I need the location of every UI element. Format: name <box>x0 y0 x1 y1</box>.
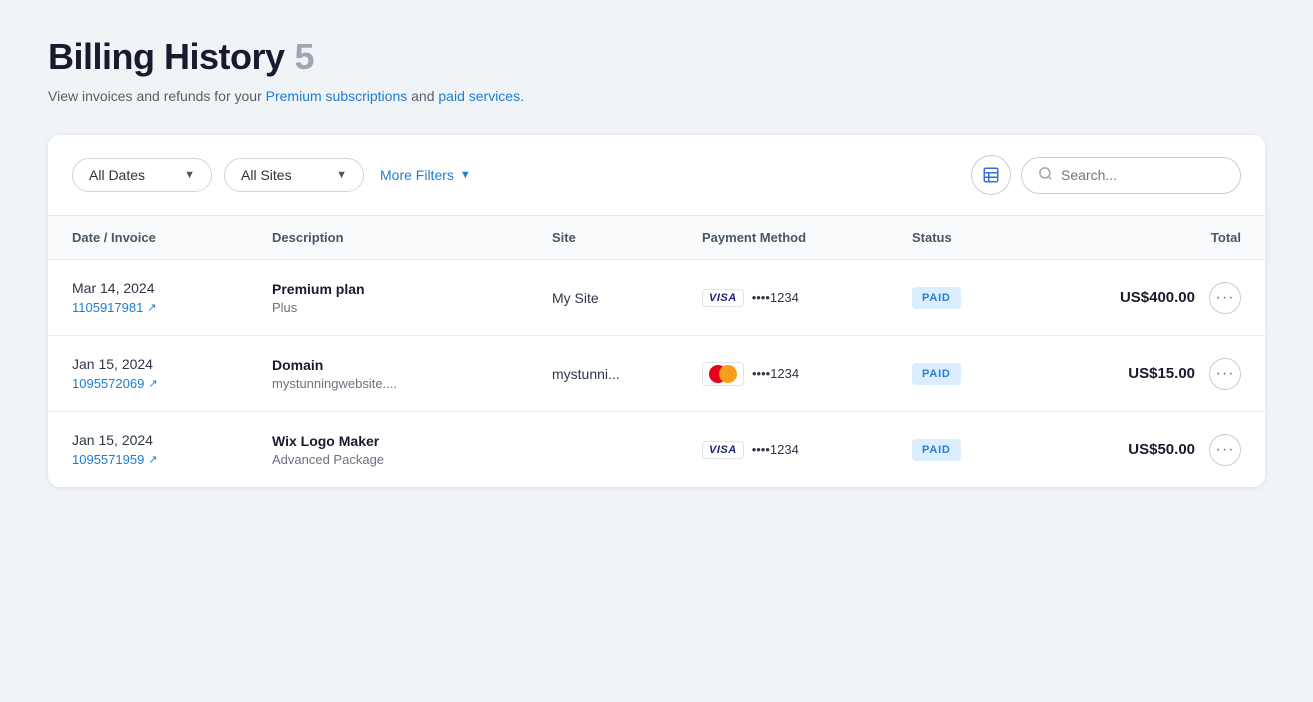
page-title: Billing History <box>48 36 285 78</box>
payment-cell-3: VISA ••••1234 <box>702 441 912 459</box>
status-cell-1: PAID <box>912 287 1062 309</box>
card-dots-3: ••••1234 <box>752 442 799 457</box>
description-cell-1: Premium plan Plus <box>272 281 552 315</box>
card-badge-2 <box>702 362 744 386</box>
page-subtitle: View invoices and refunds for your Premi… <box>48 86 1265 107</box>
total-amount-3: US$50.00 <box>1128 441 1195 458</box>
description-cell-3: Wix Logo Maker Advanced Package <box>272 433 552 467</box>
chevron-down-icon: ▼ <box>336 169 347 181</box>
table-row: Mar 14, 2024 1105917981 ↗ Premium plan P… <box>48 260 1265 336</box>
chevron-down-icon: ▼ <box>184 169 195 181</box>
all-dates-label: All Dates <box>89 167 145 183</box>
card-badge-1: VISA <box>702 289 744 307</box>
filters-bar: All Dates ▼ All Sites ▼ More Filters ▼ <box>48 135 1265 216</box>
header-site: Site <box>552 230 702 245</box>
site-cell-1: My Site <box>552 290 702 306</box>
desc-title-1: Premium plan <box>272 281 552 297</box>
external-link-icon: ↗ <box>148 453 157 466</box>
description-cell-2: Domain mystunningwebsite.... <box>272 357 552 391</box>
date-cell-1: Mar 14, 2024 1105917981 ↗ <box>72 280 272 315</box>
payment-cell-1: VISA ••••1234 <box>702 289 912 307</box>
external-link-icon: ↗ <box>147 301 156 314</box>
header-total: Total <box>1062 230 1241 245</box>
header-status: Status <box>912 230 1062 245</box>
all-sites-label: All Sites <box>241 167 292 183</box>
external-link-icon: ↗ <box>148 377 157 390</box>
total-amount-1: US$400.00 <box>1120 289 1195 306</box>
more-options-button-2[interactable]: ··· <box>1209 358 1241 390</box>
total-cell-2: US$15.00 ··· <box>1062 358 1241 390</box>
table-row: Jan 15, 2024 1095572069 ↗ Domain mystunn… <box>48 336 1265 412</box>
invoice-link-2[interactable]: 1095572069 ↗ <box>72 376 272 391</box>
export-button[interactable] <box>971 155 1011 195</box>
desc-sub-2: mystunningwebsite.... <box>272 376 552 391</box>
date-cell-3: Jan 15, 2024 1095571959 ↗ <box>72 432 272 467</box>
more-options-button-1[interactable]: ··· <box>1209 282 1241 314</box>
billing-table-card: All Dates ▼ All Sites ▼ More Filters ▼ <box>48 135 1265 487</box>
status-badge-2: PAID <box>912 363 961 385</box>
more-filters-button[interactable]: More Filters ▼ <box>376 159 475 191</box>
desc-sub-1: Plus <box>272 300 552 315</box>
mastercard-logo <box>709 365 737 383</box>
site-cell-2: mystunni... <box>552 366 702 382</box>
more-filters-label: More Filters <box>380 167 454 183</box>
desc-title-2: Domain <box>272 357 552 373</box>
all-dates-filter[interactable]: All Dates ▼ <box>72 158 212 192</box>
table-header: Date / Invoice Description Site Payment … <box>48 216 1265 260</box>
total-amount-2: US$15.00 <box>1128 365 1195 382</box>
total-cell-3: US$50.00 ··· <box>1062 434 1241 466</box>
search-input[interactable] <box>1061 167 1221 183</box>
invoice-link-1[interactable]: 1105917981 ↗ <box>72 300 272 315</box>
visa-logo: VISA <box>709 292 737 304</box>
chevron-down-icon: ▼ <box>460 169 471 181</box>
status-cell-3: PAID <box>912 439 1062 461</box>
header-description: Description <box>272 230 552 245</box>
all-sites-filter[interactable]: All Sites ▼ <box>224 158 364 192</box>
visa-logo: VISA <box>709 444 737 456</box>
card-badge-3: VISA <box>702 441 744 459</box>
page-count: 5 <box>295 36 315 78</box>
date-value-1: Mar 14, 2024 <box>72 280 272 296</box>
page-header: Billing History 5 View invoices and refu… <box>48 36 1265 107</box>
date-value-2: Jan 15, 2024 <box>72 356 272 372</box>
header-date-invoice: Date / Invoice <box>72 230 272 245</box>
search-icon <box>1038 166 1053 185</box>
status-badge-3: PAID <box>912 439 961 461</box>
desc-sub-3: Advanced Package <box>272 452 552 467</box>
invoice-link-3[interactable]: 1095571959 ↗ <box>72 452 272 467</box>
search-box[interactable] <box>1021 157 1241 194</box>
header-payment-method: Payment Method <box>702 230 912 245</box>
status-cell-2: PAID <box>912 363 1062 385</box>
total-cell-1: US$400.00 ··· <box>1062 282 1241 314</box>
more-options-button-3[interactable]: ··· <box>1209 434 1241 466</box>
card-dots-2: ••••1234 <box>752 366 799 381</box>
table-row: Jan 15, 2024 1095571959 ↗ Wix Logo Maker… <box>48 412 1265 487</box>
status-badge-1: PAID <box>912 287 961 309</box>
table-icon <box>982 166 1000 184</box>
date-cell-2: Jan 15, 2024 1095572069 ↗ <box>72 356 272 391</box>
card-dots-1: ••••1234 <box>752 290 799 305</box>
date-value-3: Jan 15, 2024 <box>72 432 272 448</box>
desc-title-3: Wix Logo Maker <box>272 433 552 449</box>
payment-cell-2: ••••1234 <box>702 362 912 386</box>
